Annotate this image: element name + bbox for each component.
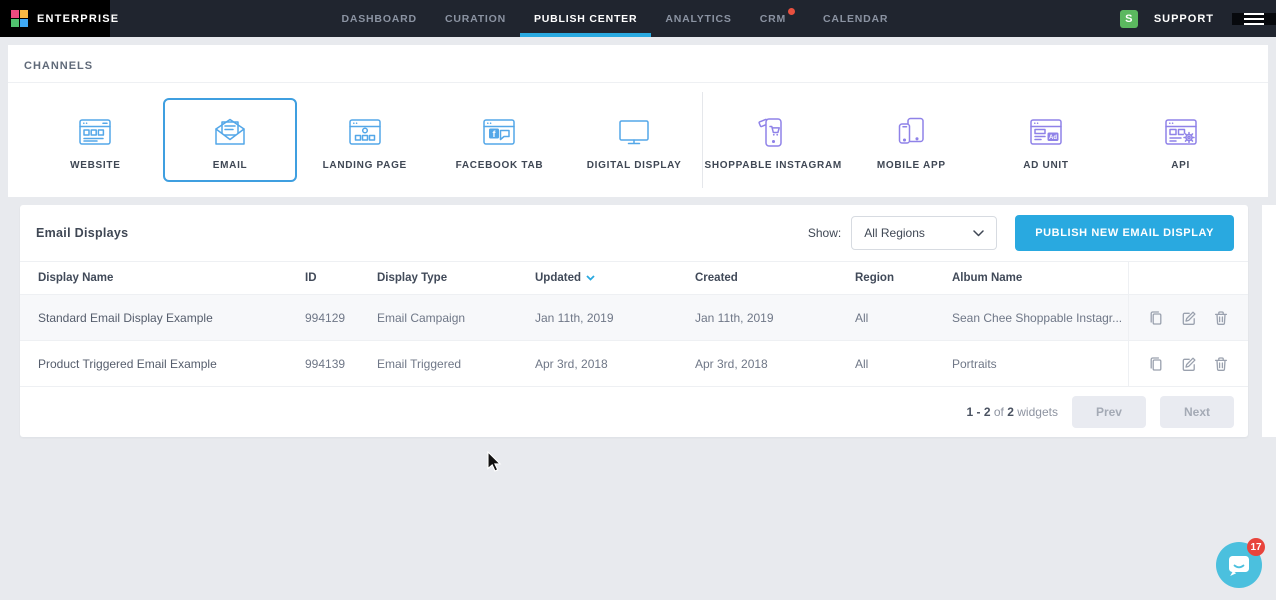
edit-icon[interactable] <box>1180 355 1198 373</box>
publish-new-email-display-button[interactable]: PUBLISH NEW EMAIL DISPLAY <box>1015 215 1234 251</box>
chat-launcher[interactable]: 17 <box>1216 542 1262 588</box>
channel-shoppable-instagram[interactable]: SHOPPABLE INSTAGRAM <box>703 98 844 182</box>
user-avatar[interactable]: S <box>1120 10 1138 28</box>
panel-header-controls: Show: All Regions PUBLISH NEW EMAIL DISP… <box>808 215 1234 251</box>
column-header-created: Created <box>695 272 855 284</box>
channel-mobile-app[interactable]: MOBILE APP <box>844 98 979 182</box>
chevron-down-icon <box>973 230 984 237</box>
cell-created: Jan 11th, 2019 <box>695 311 855 325</box>
cell-display-type: Email Triggered <box>377 357 535 371</box>
cell-display-type: Email Campaign <box>377 311 535 325</box>
mobile-app-icon <box>889 110 933 154</box>
delete-icon[interactable] <box>1212 355 1230 373</box>
column-header-actions <box>1128 262 1248 294</box>
website-icon <box>73 110 117 154</box>
duplicate-icon[interactable] <box>1147 355 1165 373</box>
top-nav: ENTERPRISE DASHBOARD CURATION PUBLISH CE… <box>0 0 1276 37</box>
cell-id: 994129 <box>305 311 377 325</box>
row-actions <box>1128 341 1248 386</box>
channel-ad-unit[interactable]: Ad AD UNIT <box>979 98 1114 182</box>
channel-landing-page[interactable]: LANDING PAGE <box>297 98 432 182</box>
edit-icon[interactable] <box>1180 309 1198 327</box>
facebook-tab-icon: f <box>477 110 521 154</box>
delete-icon[interactable] <box>1212 309 1230 327</box>
channel-digital-display[interactable]: DIGITAL DISPLAY <box>567 98 702 182</box>
nav-menu: DASHBOARD CURATION PUBLISH CENTER ANALYT… <box>110 0 1120 37</box>
cell-region: All <box>855 357 952 371</box>
cell-album-name: Sean Chee Shoppable Instagr... <box>952 311 1128 325</box>
cell-id: 994139 <box>305 357 377 371</box>
hamburger-menu-icon[interactable] <box>1232 13 1276 25</box>
channel-facebook-tab[interactable]: f FACEBOOK TAB <box>432 98 567 182</box>
nav-item-publish-center[interactable]: PUBLISH CENTER <box>520 0 651 37</box>
pagination-summary: 1 - 2 of 2 widgets <box>967 405 1058 419</box>
shoppable-instagram-icon <box>751 110 795 154</box>
channels-title: CHANNELS <box>8 45 1268 83</box>
cell-display-name: Standard Email Display Example <box>20 311 305 325</box>
brand-logo[interactable]: ENTERPRISE <box>0 0 110 37</box>
table-header-row: Display Name ID Display Type Updated Cre… <box>20 261 1248 295</box>
cell-updated: Apr 3rd, 2018 <box>535 357 695 371</box>
column-header-updated[interactable]: Updated <box>535 272 695 284</box>
column-header-display-type: Display Type <box>377 272 535 284</box>
nav-item-crm[interactable]: CRM <box>746 0 809 37</box>
duplicate-icon[interactable] <box>1147 309 1165 327</box>
prev-page-button[interactable]: Prev <box>1072 396 1146 428</box>
digital-display-icon <box>612 110 656 154</box>
region-filter-value: All Regions <box>864 226 925 240</box>
panel-header: Email Displays Show: All Regions PUBLISH… <box>20 205 1248 261</box>
chat-unread-badge: 17 <box>1247 538 1265 556</box>
channel-api[interactable]: API <box>1113 98 1248 182</box>
column-header-album-name: Album Name <box>952 272 1128 284</box>
table-row: Product Triggered Email Example 994139 E… <box>20 341 1248 387</box>
cell-created: Apr 3rd, 2018 <box>695 357 855 371</box>
crm-notification-dot <box>788 8 795 15</box>
support-link[interactable]: SUPPORT <box>1154 13 1214 25</box>
channel-website[interactable]: WEBSITE <box>28 98 163 182</box>
channel-email[interactable]: EMAIL <box>163 98 298 182</box>
logo-tiles-icon <box>11 10 28 27</box>
cell-updated: Jan 11th, 2019 <box>535 311 695 325</box>
pagination-bar: 1 - 2 of 2 widgets Prev Next <box>20 387 1248 437</box>
column-header-id: ID <box>305 272 377 284</box>
nav-item-calendar[interactable]: CALENDAR <box>809 0 902 37</box>
panel-title: Email Displays <box>36 226 128 240</box>
channels-panel: CHANNELS WEBSITE EMAIL <box>8 45 1268 197</box>
column-header-region: Region <box>855 272 952 284</box>
region-filter-select[interactable]: All Regions <box>851 216 997 250</box>
nav-item-dashboard[interactable]: DASHBOARD <box>327 0 430 37</box>
sort-desc-icon <box>586 275 595 281</box>
cell-album-name: Portraits <box>952 357 1128 371</box>
nav-item-analytics[interactable]: ANALYTICS <box>651 0 745 37</box>
api-icon <box>1159 110 1203 154</box>
right-edge-panel <box>1262 205 1276 437</box>
mouse-cursor <box>483 450 502 472</box>
svg-text:Ad: Ad <box>1049 134 1057 140</box>
nav-right-group: S SUPPORT <box>1120 0 1276 37</box>
brand-name: ENTERPRISE <box>37 13 119 25</box>
nav-item-curation[interactable]: CURATION <box>431 0 520 37</box>
email-displays-panel: Email Displays Show: All Regions PUBLISH… <box>20 205 1248 437</box>
email-icon <box>208 110 252 154</box>
cell-display-name: Product Triggered Email Example <box>20 357 305 371</box>
next-page-button[interactable]: Next <box>1160 396 1234 428</box>
column-header-display-name: Display Name <box>20 272 305 284</box>
landing-page-icon <box>343 110 387 154</box>
table-row: Standard Email Display Example 994129 Em… <box>20 295 1248 341</box>
channels-row: WEBSITE EMAIL LANDING PAGE <box>8 83 1268 188</box>
row-actions <box>1128 295 1248 340</box>
cell-region: All <box>855 311 952 325</box>
show-label: Show: <box>808 226 841 240</box>
ad-unit-icon: Ad <box>1024 110 1068 154</box>
